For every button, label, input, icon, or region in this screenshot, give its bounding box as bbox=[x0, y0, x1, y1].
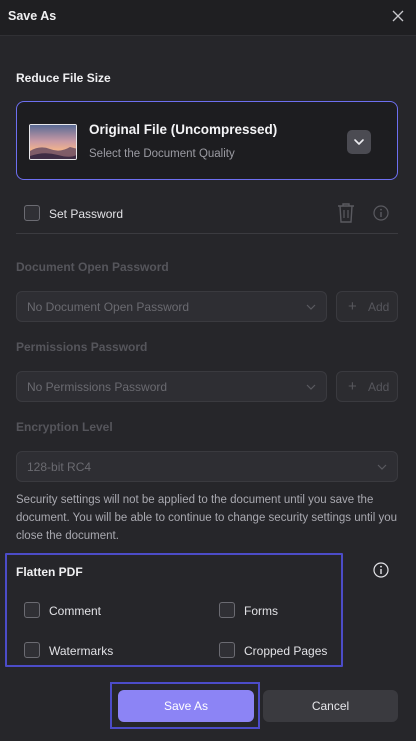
encryption-level-heading: Encryption Level bbox=[16, 420, 113, 434]
quality-option-subtitle: Select the Document Quality bbox=[89, 148, 235, 160]
encryption-level-select[interactable]: 128-bit RC4 bbox=[16, 451, 398, 482]
set-password-label: Set Password bbox=[49, 207, 124, 221]
quality-option-title: Original File (Uncompressed) bbox=[89, 122, 278, 137]
add-permissions-password-button[interactable]: + Add bbox=[336, 371, 398, 402]
delete-password-button[interactable] bbox=[336, 202, 356, 224]
flatten-watermarks-checkbox[interactable] bbox=[24, 642, 40, 658]
flatten-forms-checkbox[interactable] bbox=[219, 602, 235, 618]
flatten-pdf-heading: Flatten PDF bbox=[16, 565, 83, 579]
permissions-password-heading: Permissions Password bbox=[16, 340, 148, 354]
open-password-placeholder: No Document Open Password bbox=[27, 300, 190, 314]
info-icon bbox=[373, 205, 389, 221]
flatten-forms-label: Forms bbox=[244, 604, 278, 618]
flatten-info-button[interactable] bbox=[373, 562, 389, 578]
title-bar: Save As bbox=[0, 0, 416, 36]
cancel-button[interactable]: Cancel bbox=[263, 690, 398, 722]
security-info-text: Security settings will not be applied to… bbox=[16, 494, 398, 542]
encryption-level-value: 128-bit RC4 bbox=[27, 460, 92, 474]
permissions-password-field[interactable]: No Permissions Password bbox=[16, 371, 327, 402]
flatten-comment-checkbox[interactable] bbox=[24, 602, 40, 618]
info-icon bbox=[373, 562, 389, 578]
dialog-title: Save As bbox=[8, 9, 57, 23]
quality-selector[interactable]: Original File (Uncompressed) Select the … bbox=[16, 101, 398, 180]
section-divider bbox=[16, 233, 398, 234]
open-password-heading: Document Open Password bbox=[16, 260, 169, 274]
flatten-cropped-pages-checkbox[interactable] bbox=[219, 642, 235, 658]
open-password-field[interactable]: No Document Open Password bbox=[16, 291, 327, 322]
chevron-down-icon bbox=[377, 464, 387, 470]
add-open-password-button[interactable]: + Add bbox=[336, 291, 398, 322]
plus-icon: + bbox=[348, 298, 357, 315]
flatten-comment-label: Comment bbox=[49, 604, 102, 618]
password-info-button[interactable] bbox=[373, 205, 389, 221]
flatten-watermarks-label: Watermarks bbox=[49, 644, 114, 658]
add-open-password-label: Add bbox=[368, 300, 390, 314]
flatten-cropped-pages-label: Cropped Pages bbox=[244, 644, 328, 658]
trash-icon bbox=[338, 203, 354, 223]
save-as-button[interactable]: Save As bbox=[118, 690, 254, 722]
plus-icon: + bbox=[348, 378, 357, 395]
permissions-password-placeholder: No Permissions Password bbox=[27, 380, 168, 394]
chevron-down-icon bbox=[306, 304, 316, 310]
set-password-checkbox[interactable] bbox=[24, 205, 40, 221]
reduce-file-size-heading: Reduce File Size bbox=[16, 71, 111, 85]
quality-dropdown-toggle[interactable] bbox=[347, 130, 371, 154]
add-permissions-password-label: Add bbox=[368, 380, 390, 394]
image-thumbnail bbox=[29, 124, 77, 160]
chevron-down-icon bbox=[306, 384, 316, 390]
close-icon bbox=[392, 10, 404, 22]
chevron-down-icon bbox=[354, 139, 364, 145]
close-button[interactable] bbox=[388, 6, 408, 26]
